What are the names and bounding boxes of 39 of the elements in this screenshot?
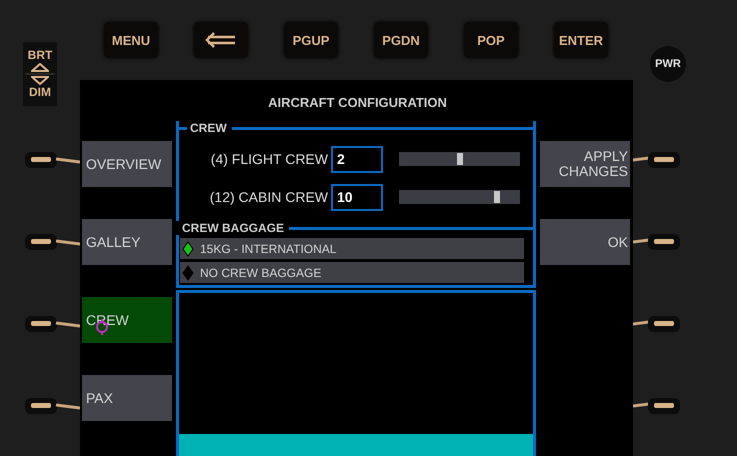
- key-button[interactable]: ENTER: [554, 22, 608, 58]
- section-heading: CREW: [189, 121, 228, 135]
- back-button[interactable]: [194, 22, 248, 58]
- menu-softkey[interactable]: GALLEY: [82, 219, 172, 265]
- action-softkey[interactable]: APPLY CHANGES: [540, 141, 630, 187]
- line-select-key[interactable]: [633, 152, 680, 168]
- slider[interactable]: [399, 190, 520, 204]
- key-button[interactable]: MENU: [104, 22, 158, 58]
- down-triangle-icon[interactable]: [31, 76, 49, 85]
- line-select-key[interactable]: [25, 398, 80, 414]
- line-select-key[interactable]: [25, 152, 80, 168]
- page-title: AIRCRAFT CONFIGURATION: [267, 94, 448, 112]
- line-select-key[interactable]: [25, 316, 80, 332]
- dim-label: DIM: [29, 86, 51, 99]
- key-button[interactable]: POP: [464, 22, 518, 58]
- key-button[interactable]: PGUP: [284, 22, 338, 58]
- key-button[interactable]: PGDN: [374, 22, 428, 58]
- field-label: (12) CABIN CREW: [208, 189, 329, 205]
- action-softkey[interactable]: OK: [540, 219, 630, 265]
- slider-thumb[interactable]: [456, 153, 462, 165]
- brightness-rocker[interactable]: BRT DIM: [23, 42, 57, 106]
- number-field[interactable]: 10: [331, 184, 383, 210]
- number-field[interactable]: 2: [331, 146, 383, 172]
- line-select-key[interactable]: [633, 316, 680, 332]
- menu-softkey[interactable]: OVERVIEW: [82, 141, 172, 187]
- up-triangle-icon[interactable]: [31, 63, 49, 72]
- option-row[interactable]: 15KG - INTERNATIONAL: [180, 238, 524, 259]
- slider-thumb[interactable]: [494, 191, 500, 203]
- line-select-key[interactable]: [25, 234, 80, 250]
- left-arrow-icon[interactable]: [205, 31, 237, 49]
- line-select-key[interactable]: [633, 398, 680, 414]
- diamond-icon[interactable]: [182, 240, 194, 256]
- power-button[interactable]: PWR: [650, 46, 686, 82]
- option-row[interactable]: NO CREW BAGGAGE: [180, 262, 524, 283]
- field-label: (4) FLIGHT CREW: [210, 151, 329, 167]
- line-select-key[interactable]: [633, 234, 680, 250]
- brightness-label: BRT: [28, 49, 52, 62]
- slider[interactable]: [399, 152, 520, 166]
- menu-softkey[interactable]: PAX: [82, 375, 172, 421]
